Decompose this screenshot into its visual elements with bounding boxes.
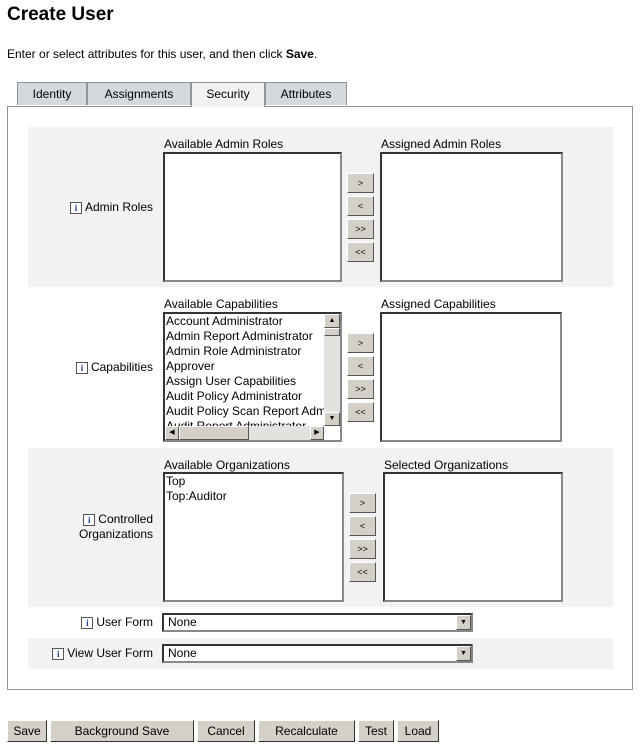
list-item[interactable]: Top	[166, 474, 341, 489]
info-icon[interactable]: i	[81, 616, 94, 629]
list-item[interactable]: Account Administrator	[166, 314, 339, 329]
tab-assignments[interactable]: Assignments	[87, 82, 191, 105]
assigned-admin-roles-list[interactable]	[380, 152, 563, 282]
remove-button[interactable]: <	[349, 516, 376, 536]
scroll-left-icon[interactable]: ◀	[165, 426, 179, 440]
available-admin-roles-list[interactable]	[163, 152, 342, 282]
chevron-down-icon[interactable]: ▼	[456, 615, 471, 630]
info-icon[interactable]: i	[52, 647, 65, 660]
scroll-down-icon[interactable]: ▼	[324, 412, 340, 426]
add-all-button[interactable]: >>	[347, 219, 374, 239]
user-form-select[interactable]: None ▼	[162, 613, 473, 632]
available-organizations-label: Available Organizations	[164, 458, 290, 472]
add-all-button[interactable]: >>	[349, 539, 376, 559]
available-organizations-list[interactable]: Top Top:Auditor	[163, 472, 344, 602]
available-admin-roles-label: Available Admin Roles	[164, 137, 284, 151]
vertical-scrollbar[interactable]: ▲ ▼	[324, 314, 340, 426]
assigned-capabilities-label: Assigned Capabilities	[381, 297, 496, 311]
scroll-right-icon[interactable]: ▶	[310, 426, 324, 440]
list-item[interactable]: Admin Role Administrator	[166, 344, 339, 359]
list-item[interactable]: Assign User Capabilities	[166, 374, 339, 389]
assigned-capabilities-list[interactable]	[380, 312, 562, 442]
chevron-down-icon[interactable]: ▼	[456, 646, 471, 661]
scroll-thumb[interactable]	[179, 426, 249, 440]
selected-organizations-label: Selected Organizations	[384, 458, 509, 472]
test-button[interactable]: Test	[358, 720, 394, 742]
list-item[interactable]: Top:Auditor	[166, 489, 341, 504]
admin-roles-row: i Admin Roles Available Admin Roles > < >…	[28, 127, 613, 287]
list-item[interactable]: Audit Policy Administrator	[166, 389, 339, 404]
list-item[interactable]: Admin Report Administrator	[166, 329, 339, 344]
available-capabilities-list[interactable]: Account Administrator Admin Report Admin…	[163, 312, 342, 442]
remove-button[interactable]: <	[347, 356, 374, 376]
capabilities-row: i Capabilities Available Capabilities Acc…	[28, 288, 613, 447]
view-user-form-label: i View User Form	[52, 646, 153, 660]
add-button[interactable]: >	[347, 333, 374, 353]
tab-identity[interactable]: Identity	[17, 82, 87, 105]
list-item[interactable]: Approver	[166, 359, 339, 374]
organizations-row: i Controlled Organizations Available Organ…	[28, 448, 613, 607]
info-icon[interactable]: i	[69, 201, 82, 214]
remove-all-button[interactable]: <<	[349, 562, 376, 582]
capabilities-label: i Capabilities	[75, 360, 153, 374]
tab-security[interactable]: Security	[191, 82, 265, 107]
controlled-organizations-label: i Controlled Organizations	[78, 512, 153, 541]
background-save-button[interactable]: Background Save	[50, 720, 194, 742]
scroll-up-icon[interactable]: ▲	[324, 314, 340, 328]
page-title: Create User	[7, 4, 114, 25]
remove-button[interactable]: <	[347, 196, 374, 216]
remove-all-button[interactable]: <<	[347, 242, 374, 262]
scroll-thumb[interactable]	[324, 328, 340, 336]
tab-attributes[interactable]: Attributes	[265, 82, 347, 105]
add-all-button[interactable]: >>	[347, 379, 374, 399]
remove-all-button[interactable]: <<	[347, 402, 374, 422]
view-user-form-select[interactable]: None ▼	[162, 644, 473, 663]
load-button[interactable]: Load	[397, 720, 439, 742]
add-button[interactable]: >	[349, 493, 376, 513]
horizontal-scrollbar[interactable]: ◀ ▶	[165, 426, 324, 440]
intro-text: Enter or select attributes for this user…	[7, 47, 318, 61]
save-button[interactable]: Save	[7, 720, 47, 742]
info-icon[interactable]: i	[75, 361, 88, 374]
user-form-label: i User Form	[81, 615, 153, 629]
list-item[interactable]: Audit Policy Scan Report Administrator	[166, 404, 340, 419]
available-capabilities-label: Available Capabilities	[164, 297, 278, 311]
recalculate-button[interactable]: Recalculate	[258, 720, 355, 742]
selected-organizations-list[interactable]	[383, 472, 563, 602]
assigned-admin-roles-label: Assigned Admin Roles	[381, 137, 502, 151]
add-button[interactable]: >	[347, 173, 374, 193]
cancel-button[interactable]: Cancel	[197, 720, 255, 742]
admin-roles-label: i Admin Roles	[69, 200, 153, 214]
info-icon[interactable]: i	[83, 513, 96, 526]
